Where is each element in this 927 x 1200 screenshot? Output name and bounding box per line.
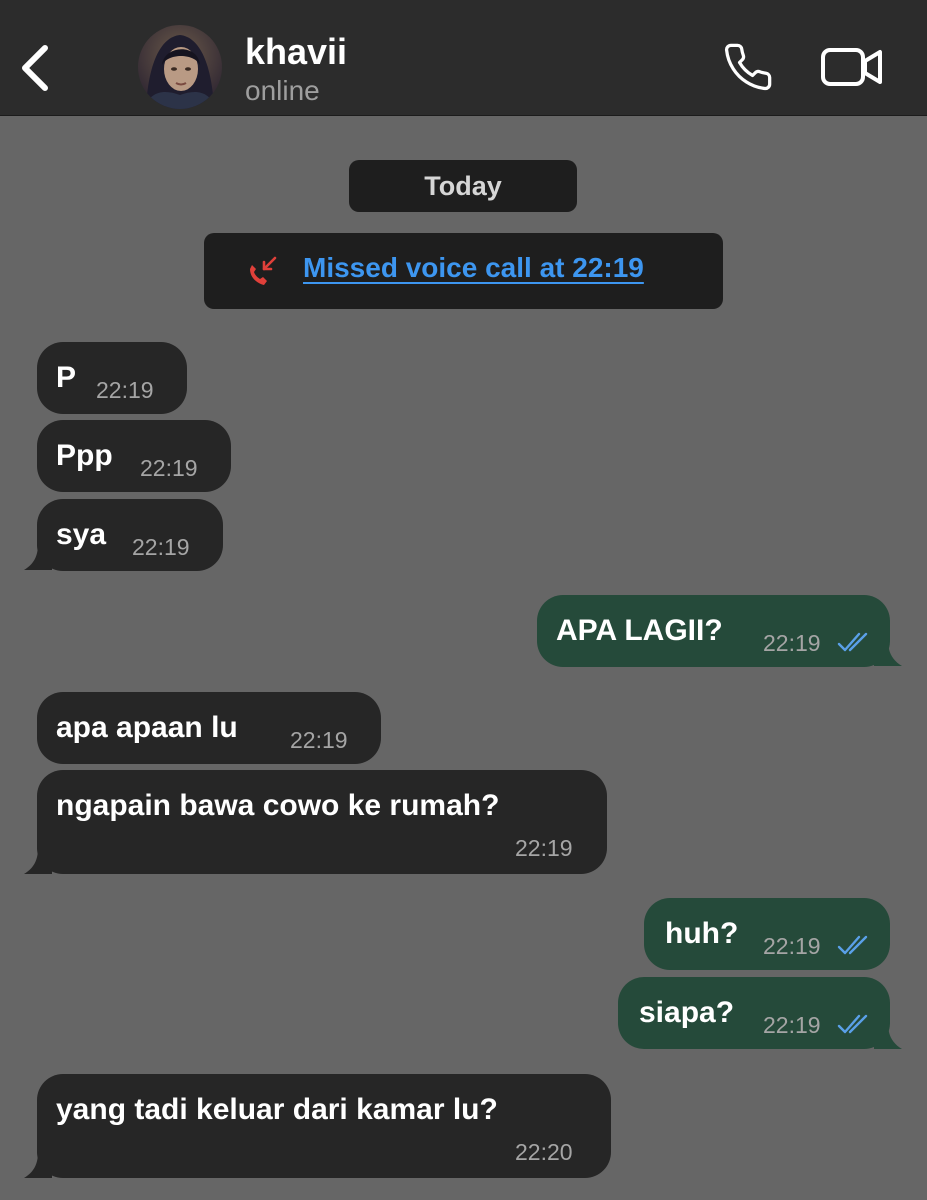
read-ticks-icon — [837, 1014, 868, 1034]
bubble-tail — [874, 640, 902, 666]
message-time: 22:19 — [763, 1012, 821, 1038]
message-text: huh? — [665, 917, 739, 950]
bubble-tail — [874, 1023, 902, 1049]
back-chevron-icon[interactable] — [18, 42, 54, 94]
message-bubble-outgoing[interactable]: huh? 22:19 — [644, 898, 890, 970]
bubble-tail — [24, 544, 52, 570]
message-text: yang tadi keluar dari kamar lu? — [56, 1093, 498, 1126]
message-bubble-outgoing[interactable]: siapa? 22:19 — [618, 977, 890, 1049]
video-camera-icon[interactable] — [820, 46, 884, 88]
missed-call-link[interactable]: Missed voice call at 22:19 — [303, 251, 644, 285]
contact-status: online — [245, 75, 320, 106]
message-bubble-incoming[interactable]: ngapain bawa cowo ke rumah? 22:19 — [37, 770, 607, 874]
chat-header: khavii online — [0, 0, 927, 116]
message-text: sya — [56, 518, 107, 551]
message-bubble-incoming[interactable]: Ppp 22:19 — [37, 420, 231, 492]
message-time: 22:20 — [515, 1139, 573, 1165]
message-time: 22:19 — [515, 835, 573, 861]
message-text: APA LAGII? — [556, 614, 723, 647]
contact-name[interactable]: khavii — [245, 30, 347, 74]
message-text: Ppp — [56, 439, 113, 472]
message-text: ngapain bawa cowo ke rumah? — [56, 789, 500, 822]
bubble-tail — [24, 1152, 52, 1178]
message-bubble-incoming[interactable]: yang tadi keluar dari kamar lu? 22:20 — [37, 1074, 611, 1178]
avatar[interactable] — [138, 25, 222, 109]
phone-icon[interactable] — [722, 41, 774, 93]
missed-call-notice[interactable]: Missed voice call at 22:19 — [204, 233, 723, 309]
message-text: siapa? — [639, 996, 735, 1029]
message-time: 22:19 — [763, 933, 821, 959]
message-text: apa apaan lu — [56, 711, 238, 744]
message-bubble-outgoing[interactable]: APA LAGII? 22:19 — [537, 595, 890, 667]
date-separator: Today — [349, 160, 577, 212]
message-text: P — [56, 361, 77, 394]
read-ticks-icon — [837, 935, 868, 955]
message-time: 22:19 — [290, 727, 348, 753]
message-bubble-incoming[interactable]: apa apaan lu 22:19 — [37, 692, 381, 764]
message-time: 22:19 — [140, 455, 198, 481]
missed-call-icon — [250, 256, 277, 285]
bubble-tail — [24, 848, 52, 874]
message-bubble-incoming[interactable]: sya 22:19 — [37, 499, 223, 571]
message-time: 22:19 — [96, 377, 154, 403]
message-time: 22:19 — [132, 534, 190, 560]
message-time: 22:19 — [763, 630, 821, 656]
read-ticks-icon — [837, 632, 868, 652]
message-bubble-incoming[interactable]: P 22:19 — [37, 342, 187, 414]
